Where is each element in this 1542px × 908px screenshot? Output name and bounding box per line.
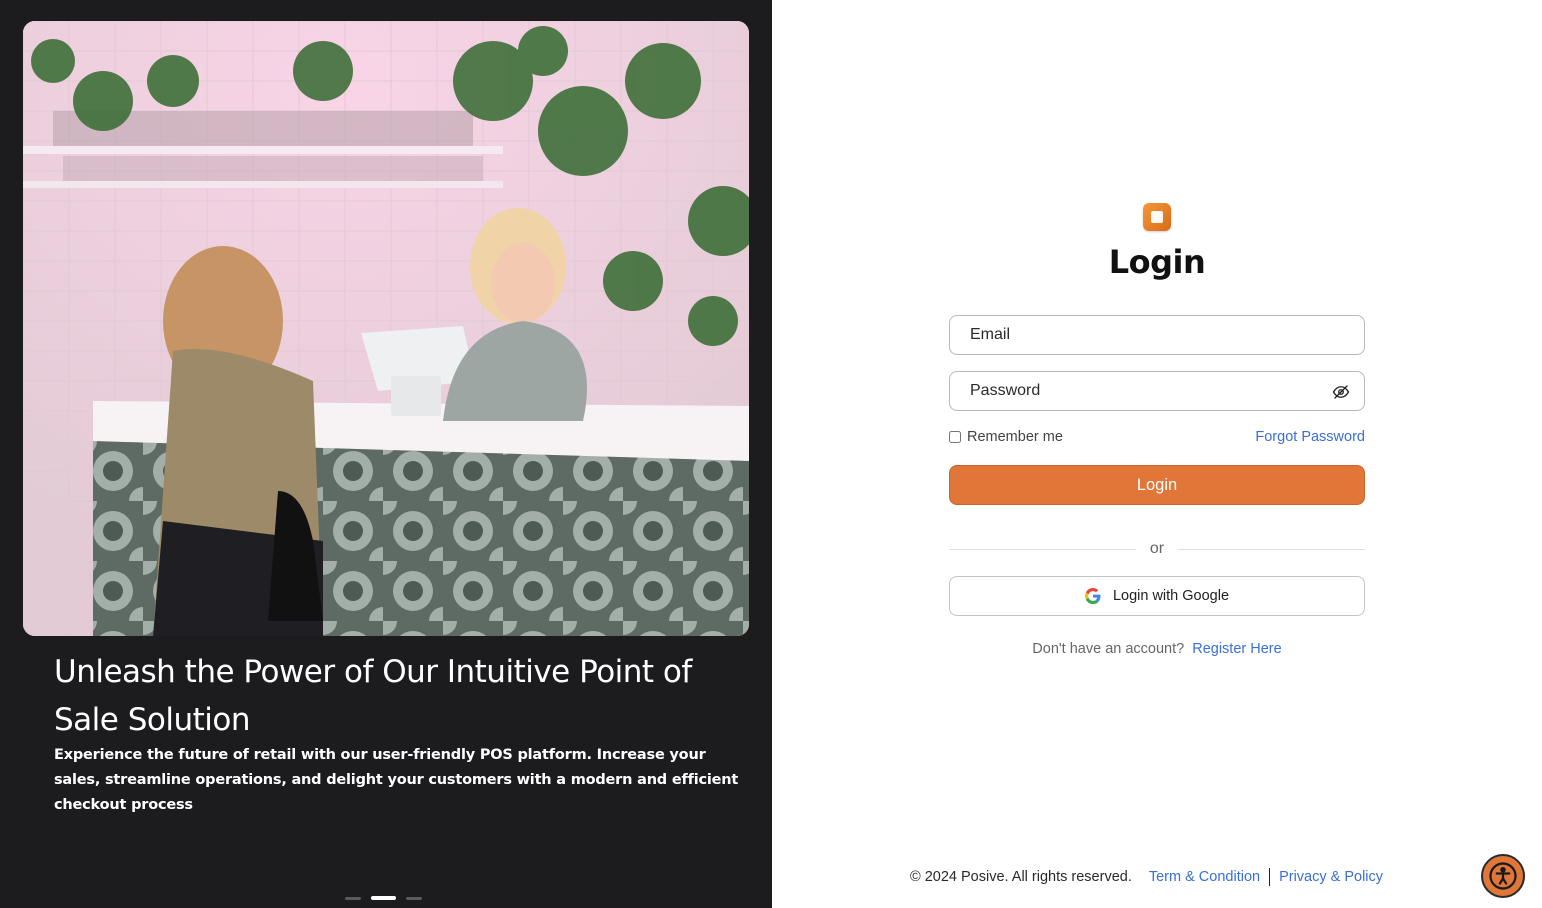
login-with-google-button[interactable]: Login with Google — [949, 576, 1365, 616]
privacy-link[interactable]: Privacy & Policy — [1279, 869, 1383, 885]
login-form: Login Remember me Forgot Password Login … — [949, 203, 1366, 657]
app-logo-icon — [1143, 203, 1171, 231]
divider-line-right — [1178, 548, 1366, 550]
remember-me[interactable]: Remember me — [949, 429, 1063, 445]
promo-panel: Unleash the Power of Our Intuitive Point… — [0, 0, 772, 908]
login-button[interactable]: Login — [949, 465, 1365, 505]
accessibility-icon — [1489, 862, 1517, 890]
footer: © 2024 Posive. All rights reserved. Term… — [910, 868, 1383, 886]
hero-illustration — [23, 21, 749, 636]
carousel-dot-1[interactable] — [345, 896, 361, 900]
password-input[interactable] — [970, 382, 1344, 400]
google-icon — [1084, 588, 1101, 604]
eye-off-icon[interactable] — [1332, 383, 1350, 401]
carousel-dot-2-active[interactable] — [371, 896, 396, 900]
or-divider: or — [949, 540, 1366, 558]
google-button-label: Login with Google — [1112, 588, 1230, 604]
hero-image — [23, 21, 749, 636]
accessibility-button[interactable] — [1481, 854, 1525, 898]
hero-headline: Unleash the Power of Our Intuitive Point… — [54, 654, 692, 738]
divider-line-left — [949, 548, 1136, 550]
terms-link[interactable]: Term & Condition — [1149, 869, 1260, 885]
forgot-password-link[interactable]: Forgot Password — [1255, 429, 1365, 445]
carousel-indicators — [345, 896, 422, 900]
remember-me-label: Remember me — [967, 429, 1063, 445]
remember-me-checkbox[interactable] — [949, 431, 961, 443]
register-prompt: Don't have an account? Register Here — [949, 641, 1365, 657]
footer-separator — [1269, 868, 1271, 886]
copyright-text: © 2024 Posive. All rights reserved. — [910, 869, 1132, 885]
password-field-wrapper — [949, 371, 1365, 411]
register-prompt-text: Don't have an account? — [1032, 641, 1185, 657]
email-input[interactable] — [970, 326, 1344, 344]
register-link[interactable]: Register Here — [1192, 641, 1281, 657]
carousel-dot-3[interactable] — [406, 896, 422, 900]
divider-label: or — [1149, 540, 1165, 557]
page-title: Login — [1108, 243, 1206, 281]
hero-description: Experience the future of retail with our… — [54, 747, 739, 813]
remember-forgot-row: Remember me Forgot Password — [949, 429, 1365, 445]
email-field-wrapper — [949, 315, 1365, 355]
